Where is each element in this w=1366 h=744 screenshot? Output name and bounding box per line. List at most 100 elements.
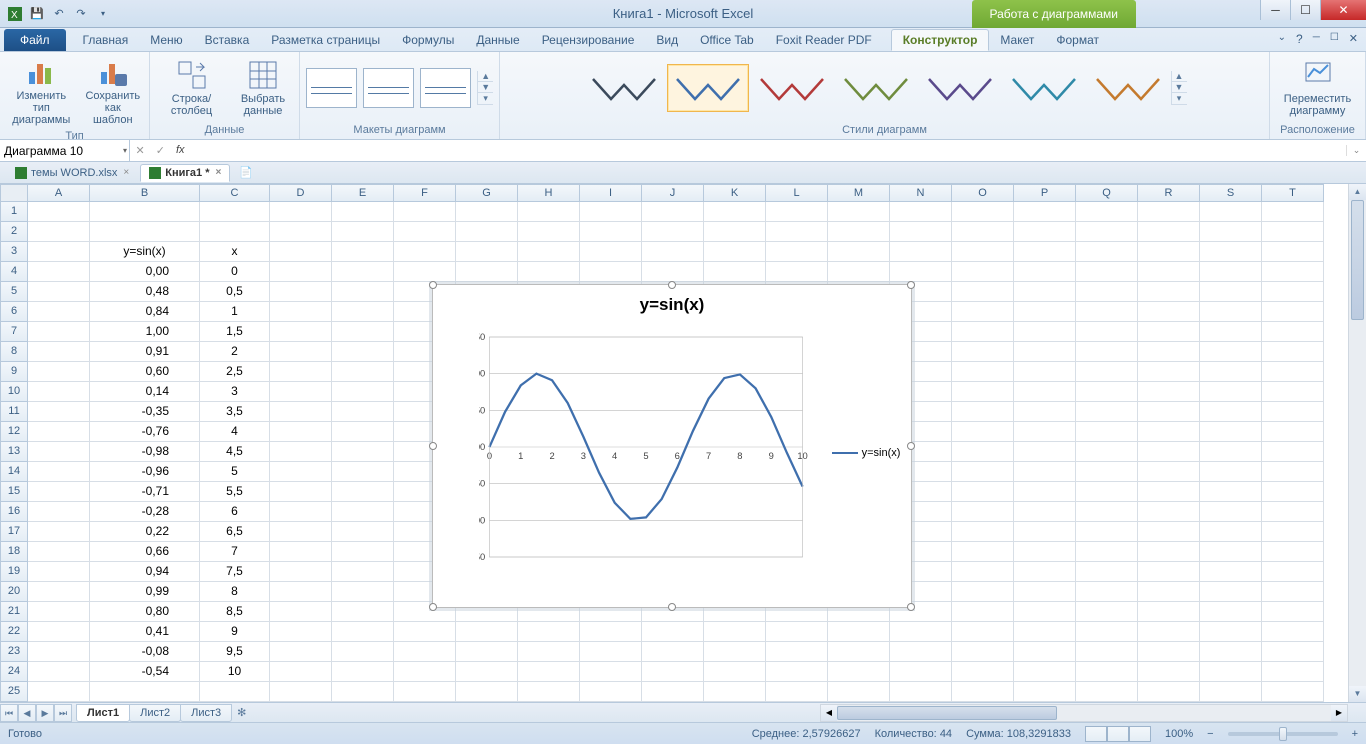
cell[interactable]: 7 bbox=[200, 542, 270, 562]
cell[interactable] bbox=[1138, 642, 1200, 662]
cell[interactable]: 0,00 bbox=[90, 262, 200, 282]
row-header[interactable]: 19 bbox=[0, 562, 28, 582]
cell[interactable] bbox=[1076, 482, 1138, 502]
tab-конструктор[interactable]: Конструктор bbox=[891, 29, 990, 51]
cell[interactable] bbox=[270, 462, 332, 482]
cell[interactable] bbox=[704, 662, 766, 682]
cell[interactable] bbox=[456, 662, 518, 682]
cell[interactable] bbox=[1200, 502, 1262, 522]
change-chart-type-button[interactable]: Изменить тип диаграммы bbox=[6, 54, 77, 128]
cell[interactable] bbox=[1076, 362, 1138, 382]
cell[interactable] bbox=[1200, 202, 1262, 222]
redo-icon[interactable]: ↷ bbox=[72, 5, 90, 23]
cell[interactable] bbox=[270, 582, 332, 602]
cell[interactable] bbox=[1014, 582, 1076, 602]
row-header[interactable]: 15 bbox=[0, 482, 28, 502]
cell[interactable] bbox=[456, 242, 518, 262]
cell[interactable]: 4 bbox=[200, 422, 270, 442]
cell[interactable] bbox=[1076, 502, 1138, 522]
excel-icon[interactable]: X bbox=[6, 5, 24, 23]
chart-style-thumb[interactable] bbox=[751, 64, 833, 112]
cell[interactable] bbox=[1014, 382, 1076, 402]
cell[interactable] bbox=[90, 202, 200, 222]
col-header[interactable]: S bbox=[1200, 184, 1262, 202]
cell[interactable] bbox=[270, 502, 332, 522]
cell[interactable] bbox=[1014, 202, 1076, 222]
cell[interactable] bbox=[270, 302, 332, 322]
cell[interactable] bbox=[890, 682, 952, 702]
cell[interactable] bbox=[270, 602, 332, 622]
cell[interactable]: 9 bbox=[200, 622, 270, 642]
cell[interactable] bbox=[952, 362, 1014, 382]
cell[interactable] bbox=[1076, 602, 1138, 622]
cell[interactable]: -0,08 bbox=[90, 642, 200, 662]
row-header[interactable]: 4 bbox=[0, 262, 28, 282]
cell[interactable] bbox=[518, 202, 580, 222]
cell[interactable] bbox=[1200, 402, 1262, 422]
cell[interactable] bbox=[200, 222, 270, 242]
cell[interactable] bbox=[642, 622, 704, 642]
cell[interactable] bbox=[952, 302, 1014, 322]
cell[interactable]: -0,28 bbox=[90, 502, 200, 522]
cell[interactable] bbox=[394, 642, 456, 662]
namebox-dropdown-icon[interactable]: ▾ bbox=[123, 146, 127, 155]
cell[interactable] bbox=[28, 642, 90, 662]
cell[interactable] bbox=[394, 262, 456, 282]
workbook-min-icon[interactable]: ─ bbox=[1313, 32, 1320, 46]
cell[interactable] bbox=[1076, 582, 1138, 602]
cell[interactable] bbox=[828, 242, 890, 262]
cell[interactable] bbox=[1138, 442, 1200, 462]
scroll-left-icon[interactable]: ◀ bbox=[821, 705, 837, 721]
cell[interactable] bbox=[28, 222, 90, 242]
cell[interactable] bbox=[28, 502, 90, 522]
cell[interactable] bbox=[332, 542, 394, 562]
tab-file[interactable]: Файл bbox=[4, 29, 66, 51]
cell[interactable]: 9,5 bbox=[200, 642, 270, 662]
cell[interactable] bbox=[766, 662, 828, 682]
cell[interactable] bbox=[270, 562, 332, 582]
cell[interactable] bbox=[1138, 302, 1200, 322]
cell[interactable] bbox=[952, 542, 1014, 562]
cell[interactable] bbox=[332, 662, 394, 682]
cell[interactable]: 0,84 bbox=[90, 302, 200, 322]
cell[interactable] bbox=[952, 262, 1014, 282]
cell[interactable] bbox=[518, 262, 580, 282]
tab-формат[interactable]: Формат bbox=[1045, 29, 1110, 51]
tab-разметка страницы[interactable]: Разметка страницы bbox=[260, 29, 391, 51]
row-header[interactable]: 14 bbox=[0, 462, 28, 482]
tab-foxit reader pdf[interactable]: Foxit Reader PDF bbox=[765, 29, 883, 51]
cell[interactable] bbox=[28, 682, 90, 702]
cell[interactable] bbox=[1014, 442, 1076, 462]
cell[interactable] bbox=[332, 502, 394, 522]
cell[interactable] bbox=[1014, 602, 1076, 622]
col-header[interactable]: K bbox=[704, 184, 766, 202]
name-box[interactable]: ▾ bbox=[0, 140, 130, 161]
cell[interactable] bbox=[1138, 422, 1200, 442]
insert-function-icon[interactable]: fx bbox=[176, 144, 185, 157]
cell[interactable] bbox=[332, 242, 394, 262]
row-header[interactable]: 7 bbox=[0, 322, 28, 342]
cell[interactable]: 4,5 bbox=[200, 442, 270, 462]
cell[interactable] bbox=[1200, 462, 1262, 482]
cell[interactable] bbox=[952, 502, 1014, 522]
col-header[interactable]: B bbox=[90, 184, 200, 202]
cell[interactable] bbox=[28, 302, 90, 322]
chart-style-thumb[interactable] bbox=[1003, 64, 1085, 112]
row-header[interactable]: 22 bbox=[0, 622, 28, 642]
cell[interactable]: 0,94 bbox=[90, 562, 200, 582]
col-header[interactable]: N bbox=[890, 184, 952, 202]
cell[interactable] bbox=[332, 302, 394, 322]
cell[interactable]: 0,99 bbox=[90, 582, 200, 602]
row-header[interactable]: 17 bbox=[0, 522, 28, 542]
cell[interactable] bbox=[1262, 362, 1324, 382]
cell[interactable] bbox=[642, 662, 704, 682]
cell[interactable] bbox=[1200, 642, 1262, 662]
cell[interactable] bbox=[332, 402, 394, 422]
cell[interactable] bbox=[580, 662, 642, 682]
cell[interactable]: 8,5 bbox=[200, 602, 270, 622]
cell[interactable]: 0,41 bbox=[90, 622, 200, 642]
cell[interactable] bbox=[1138, 242, 1200, 262]
resize-handle[interactable] bbox=[907, 603, 915, 611]
tab-вставка[interactable]: Вставка bbox=[194, 29, 261, 51]
tab-макет[interactable]: Макет bbox=[989, 29, 1045, 51]
